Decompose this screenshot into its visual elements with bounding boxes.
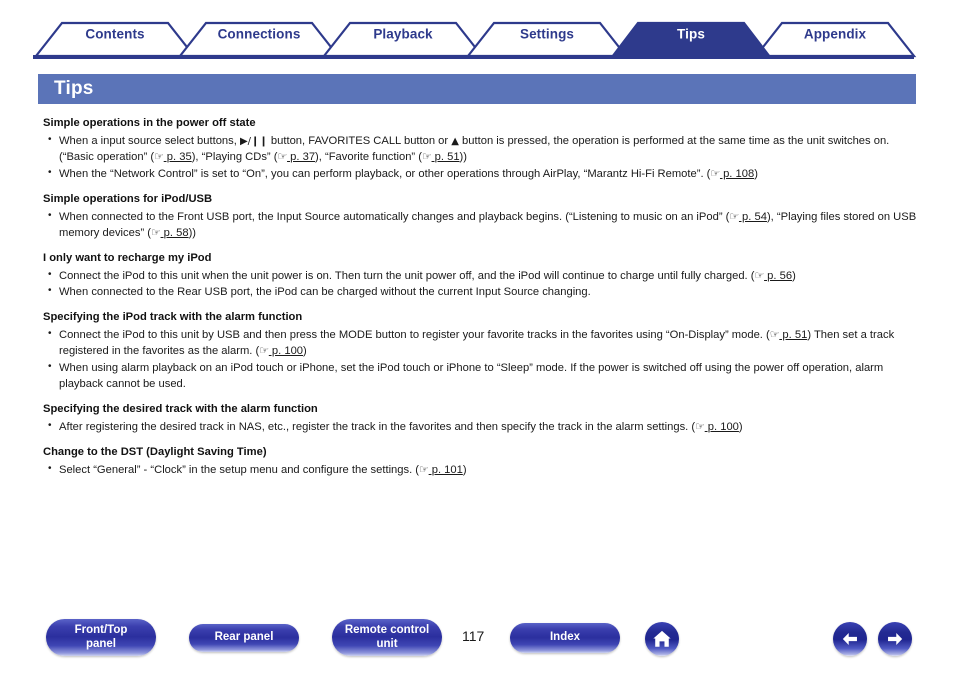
control-symbol-icon: ▲ bbox=[451, 136, 459, 147]
page-reference-label: p. 37 bbox=[287, 150, 316, 163]
tab-label-appendix[interactable]: Appendix bbox=[804, 27, 866, 42]
content-section: Simple operations for iPod/USB When conne… bbox=[43, 192, 918, 242]
page-reference-label: p. 51 bbox=[431, 150, 460, 163]
tab-label-tips[interactable]: Tips bbox=[677, 27, 705, 42]
arrow-left-icon bbox=[842, 632, 857, 646]
pointing-hand-icon: ☞ bbox=[421, 150, 432, 163]
section-heading: Specifying the iPod track with the alarm… bbox=[43, 311, 303, 324]
pointing-hand-icon: ☞ bbox=[754, 269, 765, 282]
page-reference-link[interactable]: ☞ p. 51 bbox=[422, 151, 460, 163]
bullet-list: After registering the desired track in N… bbox=[43, 419, 918, 436]
page-reference-link[interactable]: ☞ p. 101 bbox=[419, 464, 463, 476]
page-reference-label: p. 56 bbox=[764, 269, 793, 282]
previous-page-button[interactable] bbox=[833, 622, 867, 656]
section-heading: Change to the DST (Daylight Saving Time) bbox=[43, 445, 267, 458]
bullet-item: Connect the iPod to this unit when the u… bbox=[43, 268, 918, 285]
section-heading: Simple operations in the power off state bbox=[43, 117, 256, 129]
rear-panel-label: Rear panel bbox=[214, 631, 274, 644]
page-number: 117 bbox=[462, 628, 485, 644]
page-reference-label: p. 35 bbox=[163, 150, 192, 163]
bullet-item: When connected to the Front USB port, th… bbox=[43, 209, 918, 242]
pointing-hand-icon: ☞ bbox=[154, 150, 164, 163]
page-reference-link[interactable]: ☞ p. 108 bbox=[710, 168, 754, 180]
page-reference-link[interactable]: ☞ p. 54 bbox=[729, 211, 767, 223]
page-reference-label: p. 108 bbox=[719, 167, 755, 180]
page-reference-label: p. 54 bbox=[738, 210, 767, 223]
section-heading: Simple operations for iPod/USB bbox=[43, 192, 213, 205]
index-label: Index bbox=[549, 631, 581, 644]
page-reference-label: p. 51 bbox=[779, 329, 808, 342]
content-section: Simple operations in the power off state… bbox=[43, 116, 918, 183]
tips-content: Simple operations in the power off state… bbox=[43, 116, 918, 480]
page-reference-link[interactable]: ☞ p. 58 bbox=[151, 227, 189, 239]
tab-bar-underline bbox=[33, 55, 914, 59]
tab-bar: Contents Connections Playback Settings T… bbox=[0, 0, 954, 60]
tab-label-contents[interactable]: Contents bbox=[85, 27, 144, 42]
page-title: Tips bbox=[54, 78, 94, 99]
content-section: Specifying the desired track with the al… bbox=[43, 402, 918, 436]
page-reference-link[interactable]: ☞ p. 100 bbox=[695, 421, 739, 433]
section-heading: Specifying the desired track with the al… bbox=[43, 402, 318, 415]
arrow-right-icon bbox=[888, 632, 903, 646]
pointing-hand-icon: ☞ bbox=[710, 167, 720, 180]
page-reference-link[interactable]: ☞ p. 56 bbox=[755, 270, 793, 282]
bullet-item: After registering the desired track in N… bbox=[43, 419, 918, 436]
page-reference-link[interactable]: ☞ p. 35 bbox=[154, 151, 192, 163]
bullet-list: When a input source select buttons, ▶/❙❙… bbox=[43, 133, 918, 183]
next-page-button[interactable] bbox=[878, 622, 912, 656]
bullet-list: Connect the iPod to this unit when the u… bbox=[43, 268, 918, 302]
page-reference-link[interactable]: ☞ p. 100 bbox=[259, 345, 303, 357]
footer-navigation: Front/Top panel Rear panel Remote control… bbox=[0, 612, 954, 673]
bullet-item: When a input source select buttons, ▶/❙❙… bbox=[43, 133, 918, 166]
front-top-panel-button[interactable]: Front/Top panel bbox=[46, 619, 156, 656]
tab-label-playback[interactable]: Playback bbox=[373, 27, 432, 42]
tab-label-settings[interactable]: Settings bbox=[520, 27, 574, 42]
bullet-item: When the “Network Control” is set to “On… bbox=[43, 166, 918, 183]
pointing-hand-icon: ☞ bbox=[769, 329, 780, 342]
remote-control-unit-button[interactable]: Remote control unit bbox=[332, 619, 442, 656]
page-reference-link[interactable]: ☞ p. 37 bbox=[277, 151, 315, 163]
pointing-hand-icon: ☞ bbox=[151, 226, 161, 239]
pointing-hand-icon: ☞ bbox=[695, 420, 705, 433]
bullet-item: When using alarm playback on an iPod tou… bbox=[43, 360, 918, 393]
bullet-item: Select “General” - “Clock” in the setup … bbox=[43, 462, 918, 479]
section-heading: I only want to recharge my iPod bbox=[43, 251, 212, 264]
bullet-list: Select “General” - “Clock” in the setup … bbox=[43, 462, 918, 479]
remote-control-unit-label: Remote control unit bbox=[344, 624, 430, 650]
index-button[interactable]: Index bbox=[510, 623, 620, 653]
pointing-hand-icon: ☞ bbox=[419, 463, 429, 476]
bullet-item: When connected to the Rear USB port, the… bbox=[43, 284, 918, 301]
page-reference-link[interactable]: ☞ p. 51 bbox=[770, 329, 808, 341]
content-section: I only want to recharge my iPod Connect t… bbox=[43, 251, 918, 302]
control-symbol-icon: ▶/❙❙ bbox=[239, 136, 268, 147]
pointing-hand-icon: ☞ bbox=[259, 345, 269, 358]
page-reference-label: p. 100 bbox=[268, 345, 304, 358]
front-top-panel-label: Front/Top panel bbox=[74, 624, 128, 650]
pointing-hand-icon: ☞ bbox=[729, 210, 739, 223]
page-title-banner: Tips bbox=[38, 74, 916, 104]
rear-panel-button[interactable]: Rear panel bbox=[189, 624, 299, 652]
page-reference-label: p. 101 bbox=[428, 463, 463, 476]
pointing-hand-icon: ☞ bbox=[277, 150, 288, 163]
tab-label-connections[interactable]: Connections bbox=[218, 27, 301, 42]
content-section: Change to the DST (Daylight Saving Time)… bbox=[43, 445, 918, 479]
home-button[interactable] bbox=[645, 622, 679, 656]
home-icon bbox=[653, 630, 671, 647]
page-reference-label: p. 58 bbox=[160, 226, 189, 239]
bullet-item: Connect the iPod to this unit by USB and… bbox=[43, 327, 918, 360]
bullet-list: When connected to the Front USB port, th… bbox=[43, 209, 918, 242]
page-reference-label: p. 100 bbox=[704, 420, 739, 433]
content-section: Specifying the iPod track with the alarm… bbox=[43, 310, 918, 393]
bullet-list: Connect the iPod to this unit by USB and… bbox=[43, 327, 918, 393]
